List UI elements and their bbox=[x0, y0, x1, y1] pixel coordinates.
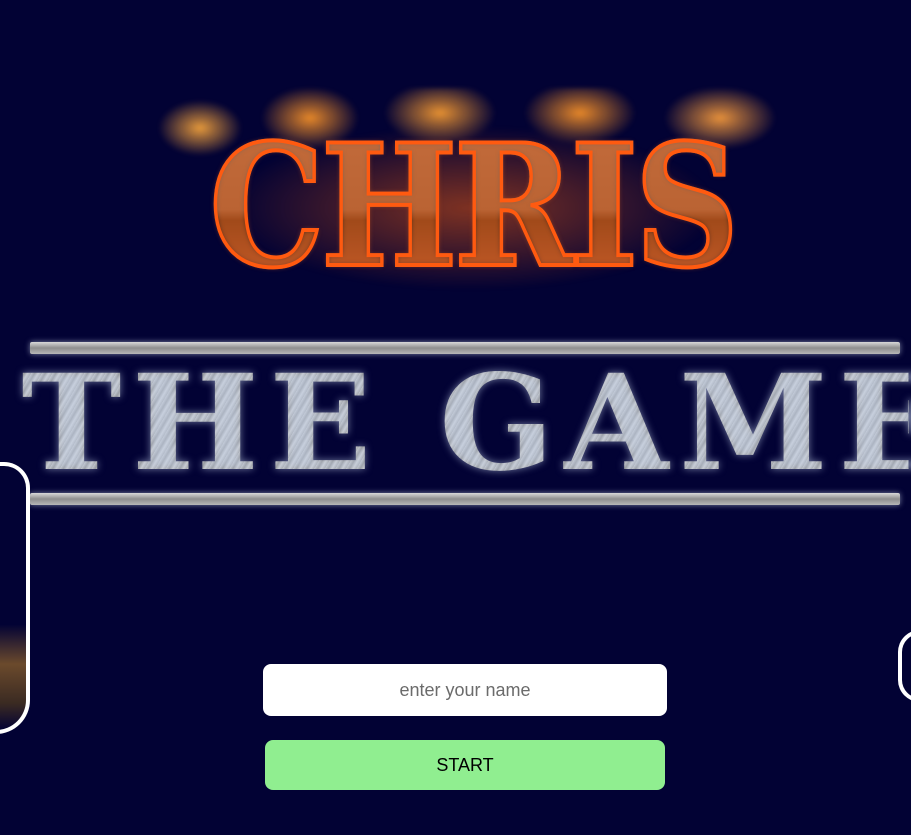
logo-title-line2: THE GAME bbox=[21, 346, 911, 501]
left-character-sprite bbox=[0, 462, 30, 734]
title-screen: CHRIS THE GAME START bbox=[0, 0, 911, 835]
player-name-input[interactable] bbox=[263, 664, 667, 716]
logo-title-line1: CHRIS bbox=[187, 114, 759, 298]
right-character-sprite bbox=[898, 630, 911, 702]
start-button[interactable]: START bbox=[265, 740, 665, 790]
the-game-metal-logo: THE GAME bbox=[21, 340, 911, 508]
logo-bottom-bar bbox=[30, 493, 900, 505]
chris-fire-logo: CHRIS bbox=[140, 88, 805, 303]
